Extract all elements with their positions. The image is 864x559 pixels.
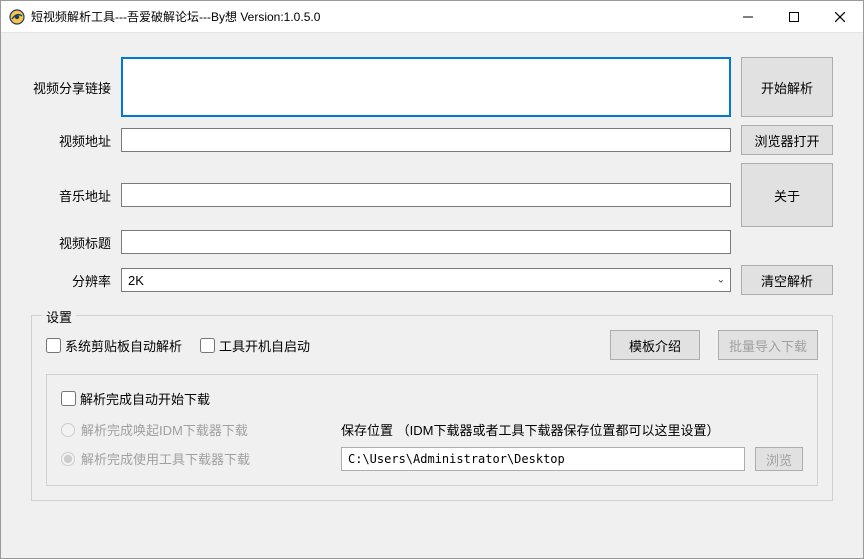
clipboard-checkbox-wrap[interactable]: 系统剪贴板自动解析: [46, 336, 182, 355]
maximize-button[interactable]: [771, 1, 817, 32]
video-url-input[interactable]: [121, 128, 731, 152]
autostart-checkbox-label: 工具开机自启动: [219, 336, 310, 355]
share-label: 视频分享链接: [31, 57, 121, 117]
radio-tool-label: 解析完成使用工具下载器下载: [81, 449, 250, 468]
resolution-label: 分辨率: [31, 265, 121, 295]
titlebar: 短视频解析工具---吾爱破解论坛---By想 Version:1.0.5.0: [1, 1, 863, 33]
radio-tool-row: 解析完成使用工具下载器下载: [61, 449, 311, 468]
open-browser-button[interactable]: 浏览器打开: [741, 125, 833, 155]
radio-idm: [61, 423, 75, 437]
minimize-button[interactable]: [725, 1, 771, 32]
clear-button[interactable]: 清空解析: [741, 265, 833, 295]
auto-download-checkbox-wrap[interactable]: 解析完成自动开始下载: [61, 389, 803, 408]
radio-idm-label: 解析完成唤起IDM下载器下载: [81, 420, 248, 439]
radio-idm-row: 解析完成唤起IDM下载器下载: [61, 420, 311, 439]
save-location-label: 保存位置 （IDM下载器或者工具下载器保存位置都可以这里设置）: [341, 420, 803, 439]
resolution-select[interactable]: 2K: [121, 268, 731, 292]
chevron-down-icon: ⌄: [717, 275, 725, 286]
video-url-label: 视频地址: [31, 125, 121, 155]
save-path-input[interactable]: C:\Users\Administrator\Desktop: [341, 447, 745, 471]
settings-top-row: 系统剪贴板自动解析 工具开机自启动 模板介绍 批量导入下载: [46, 330, 818, 360]
row-music-url: 音乐地址 关于: [31, 163, 833, 227]
radio-tool: [61, 452, 75, 466]
row-resolution: 分辨率 2K ⌄ 清空解析: [31, 265, 833, 295]
settings-legend: 设置: [42, 307, 76, 326]
window: 短视频解析工具---吾爱破解论坛---By想 Version:1.0.5.0 视…: [0, 0, 864, 559]
auto-download-checkbox[interactable]: [61, 391, 76, 406]
batch-import-button[interactable]: 批量导入下载: [718, 330, 818, 360]
row-video-url: 视频地址 浏览器打开: [31, 125, 833, 155]
autostart-checkbox-wrap[interactable]: 工具开机自启动: [200, 336, 310, 355]
about-button[interactable]: 关于: [741, 163, 833, 227]
settings-fieldset: 设置 系统剪贴板自动解析 工具开机自启动 模板介绍 批量导入下载 解析完成自动开…: [31, 315, 833, 501]
share-input[interactable]: [121, 57, 731, 117]
auto-download-checkbox-label: 解析完成自动开始下载: [80, 389, 210, 408]
browse-button[interactable]: 浏览: [755, 447, 803, 471]
clipboard-checkbox-label: 系统剪贴板自动解析: [65, 336, 182, 355]
title-label: 视频标题: [31, 227, 121, 257]
parse-button[interactable]: 开始解析: [741, 57, 833, 117]
window-title: 短视频解析工具---吾爱破解论坛---By想 Version:1.0.5.0: [31, 8, 725, 25]
download-fieldset: 解析完成自动开始下载 解析完成唤起IDM下载器下载 解析完成使用工具下载器下载: [46, 374, 818, 486]
autostart-checkbox[interactable]: [200, 338, 215, 353]
content-area: 视频分享链接 开始解析 视频地址 浏览器打开 音乐地址 关于 视频标题: [1, 33, 863, 558]
close-button[interactable]: [817, 1, 863, 32]
clipboard-checkbox[interactable]: [46, 338, 61, 353]
row-share: 视频分享链接 开始解析: [31, 57, 833, 117]
template-intro-button[interactable]: 模板介绍: [610, 330, 700, 360]
app-icon: [9, 9, 25, 25]
title-input[interactable]: [121, 230, 731, 254]
music-url-label: 音乐地址: [31, 163, 121, 227]
music-url-input[interactable]: [121, 183, 731, 207]
